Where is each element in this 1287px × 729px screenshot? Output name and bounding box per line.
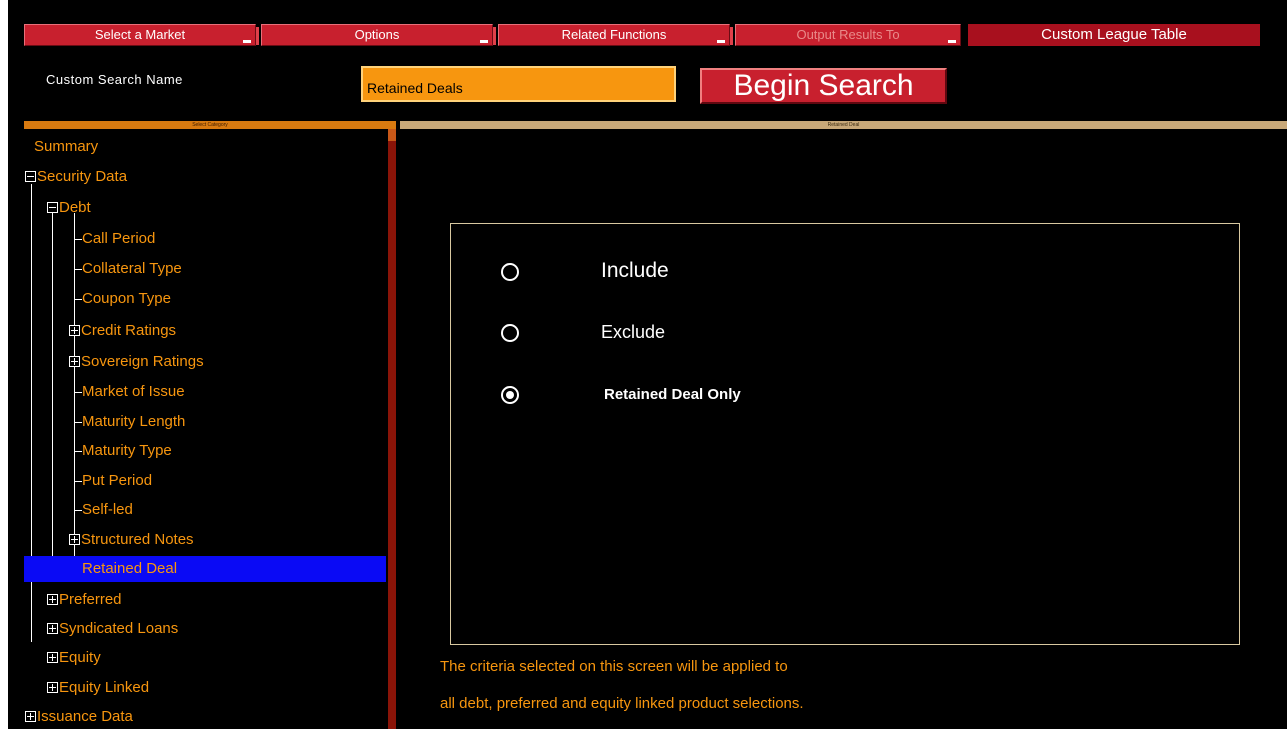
menu-separator [256,27,259,45]
tree-item-coupon-type[interactable]: Coupon Type [82,286,171,312]
tree-item-issuance-data[interactable]: Issuance Data [25,704,133,729]
tree-item-preferred[interactable]: Preferred [47,587,122,613]
menu-output-results-to[interactable]: Output Results To [735,24,961,46]
tree-item-label: Structured Notes [81,531,194,548]
menu-related-functions[interactable]: Related Functions [498,24,733,46]
tree-item-syndicated-loans[interactable]: Syndicated Loans [47,616,178,642]
tree-item-label: Coupon Type [82,290,171,307]
tree-item-label: Call Period [82,230,156,247]
criteria-note-line-1: The criteria selected on this screen wil… [440,658,788,675]
tree-item-label: Preferred [59,591,122,608]
tree-item-self-led[interactable]: Self-led [82,497,133,523]
menu-bar: Select a Market Options Related Function… [8,24,1287,46]
retained-deal-only-radio[interactable] [501,386,519,404]
tree-scrollbar[interactable] [388,129,396,729]
tree-item-credit-ratings[interactable]: Credit Ratings [69,318,176,344]
expand-icon[interactable] [47,594,58,605]
category-tree: Summary Security Data Debt Call Period C… [24,129,396,729]
expand-icon[interactable] [69,325,80,336]
tree-item-equity-linked[interactable]: Equity Linked [47,675,149,701]
tree-line [74,269,82,270]
collapse-icon[interactable] [47,202,58,213]
include-radio[interactable] [501,263,519,281]
tree-item-call-period[interactable]: Call Period [82,226,155,252]
menu-label: Options [354,27,400,42]
criteria-note-line-2: all debt, preferred and equity linked pr… [440,695,804,712]
select-category-header: Select Category [24,121,396,129]
tree-item-label: Syndicated Loans [59,620,179,637]
retained-deal-only-label[interactable]: Retained Deal Only [604,386,741,403]
exclude-radio[interactable] [501,324,519,342]
tree-item-retained-deal[interactable]: Retained Deal [24,556,386,582]
tree-item-label: Put Period [82,472,153,489]
tree-item-structured-notes[interactable]: Structured Notes [69,527,194,553]
menu-label: Output Results To [796,27,900,42]
expand-icon[interactable] [47,652,58,663]
tree-item-market-of-issue[interactable]: Market of Issue [82,379,185,405]
tree-line [74,299,82,300]
expand-icon[interactable] [25,711,36,722]
tree-item-label: Sovereign Ratings [81,353,204,370]
tree-item-summary[interactable]: Summary [34,134,98,160]
expand-icon[interactable] [47,623,58,634]
tree-line [74,392,82,393]
begin-search-button[interactable]: Begin Search [700,68,947,104]
dropdown-arrow-icon [717,40,725,43]
tree-item-debt[interactable]: Debt [47,195,91,221]
tree-item-label: Summary [34,138,99,155]
tree-item-label: Retained Deal [82,560,178,577]
tree-item-label: Equity Linked [59,679,150,696]
tree-line [74,510,82,511]
tree-line [52,213,53,573]
tree-item-maturity-length[interactable]: Maturity Length [82,409,185,435]
tree-item-label: Maturity Length [82,413,186,430]
menu-select-market[interactable]: Select a Market [24,24,259,46]
retained-deal-header: Retained Deal [400,121,1287,129]
tree-item-label: Debt [59,199,91,216]
tree-line [74,422,82,423]
tree-item-label: Equity [59,649,101,666]
exclude-label[interactable]: Exclude [601,322,665,343]
menu-label: Select a Market [94,27,186,42]
scroll-up-icon[interactable] [388,129,396,141]
tree-line [74,481,82,482]
tree-item-label: Self-led [82,501,133,518]
tree-item-sovereign-ratings[interactable]: Sovereign Ratings [69,349,204,375]
menu-separator [493,27,496,45]
tree-item-equity[interactable]: Equity [47,645,101,671]
dropdown-arrow-icon [243,40,251,43]
tree-item-maturity-type[interactable]: Maturity Type [82,438,172,464]
custom-search-name-label: Custom Search Name [46,72,183,87]
bloomberg-screen: Select a Market Options Related Function… [8,0,1287,729]
tree-item-label: Issuance Data [37,708,133,725]
tree-item-label: Collateral Type [82,260,182,277]
tree-item-collateral-type[interactable]: Collateral Type [82,256,182,282]
menu-separator [730,27,733,45]
custom-league-table-button[interactable]: Custom League Table [968,24,1260,46]
tree-item-security-data[interactable]: Security Data [25,164,127,190]
custom-search-name-input[interactable] [361,66,676,102]
retained-deal-options-box [450,223,1240,645]
tree-line [74,451,82,452]
menu-options[interactable]: Options [261,24,496,46]
expand-icon[interactable] [69,356,80,367]
dropdown-arrow-icon [948,40,956,43]
expand-icon[interactable] [69,534,80,545]
menu-label: Related Functions [561,27,667,42]
expand-icon[interactable] [47,682,58,693]
tree-item-put-period[interactable]: Put Period [82,468,152,494]
dropdown-arrow-icon [480,40,488,43]
collapse-icon[interactable] [25,171,36,182]
tree-item-label: Security Data [37,168,128,185]
include-label[interactable]: Include [601,259,669,283]
tree-item-label: Credit Ratings [81,322,177,339]
tree-item-label: Market of Issue [82,383,185,400]
tree-item-label: Maturity Type [82,442,172,459]
tree-line [74,239,82,240]
